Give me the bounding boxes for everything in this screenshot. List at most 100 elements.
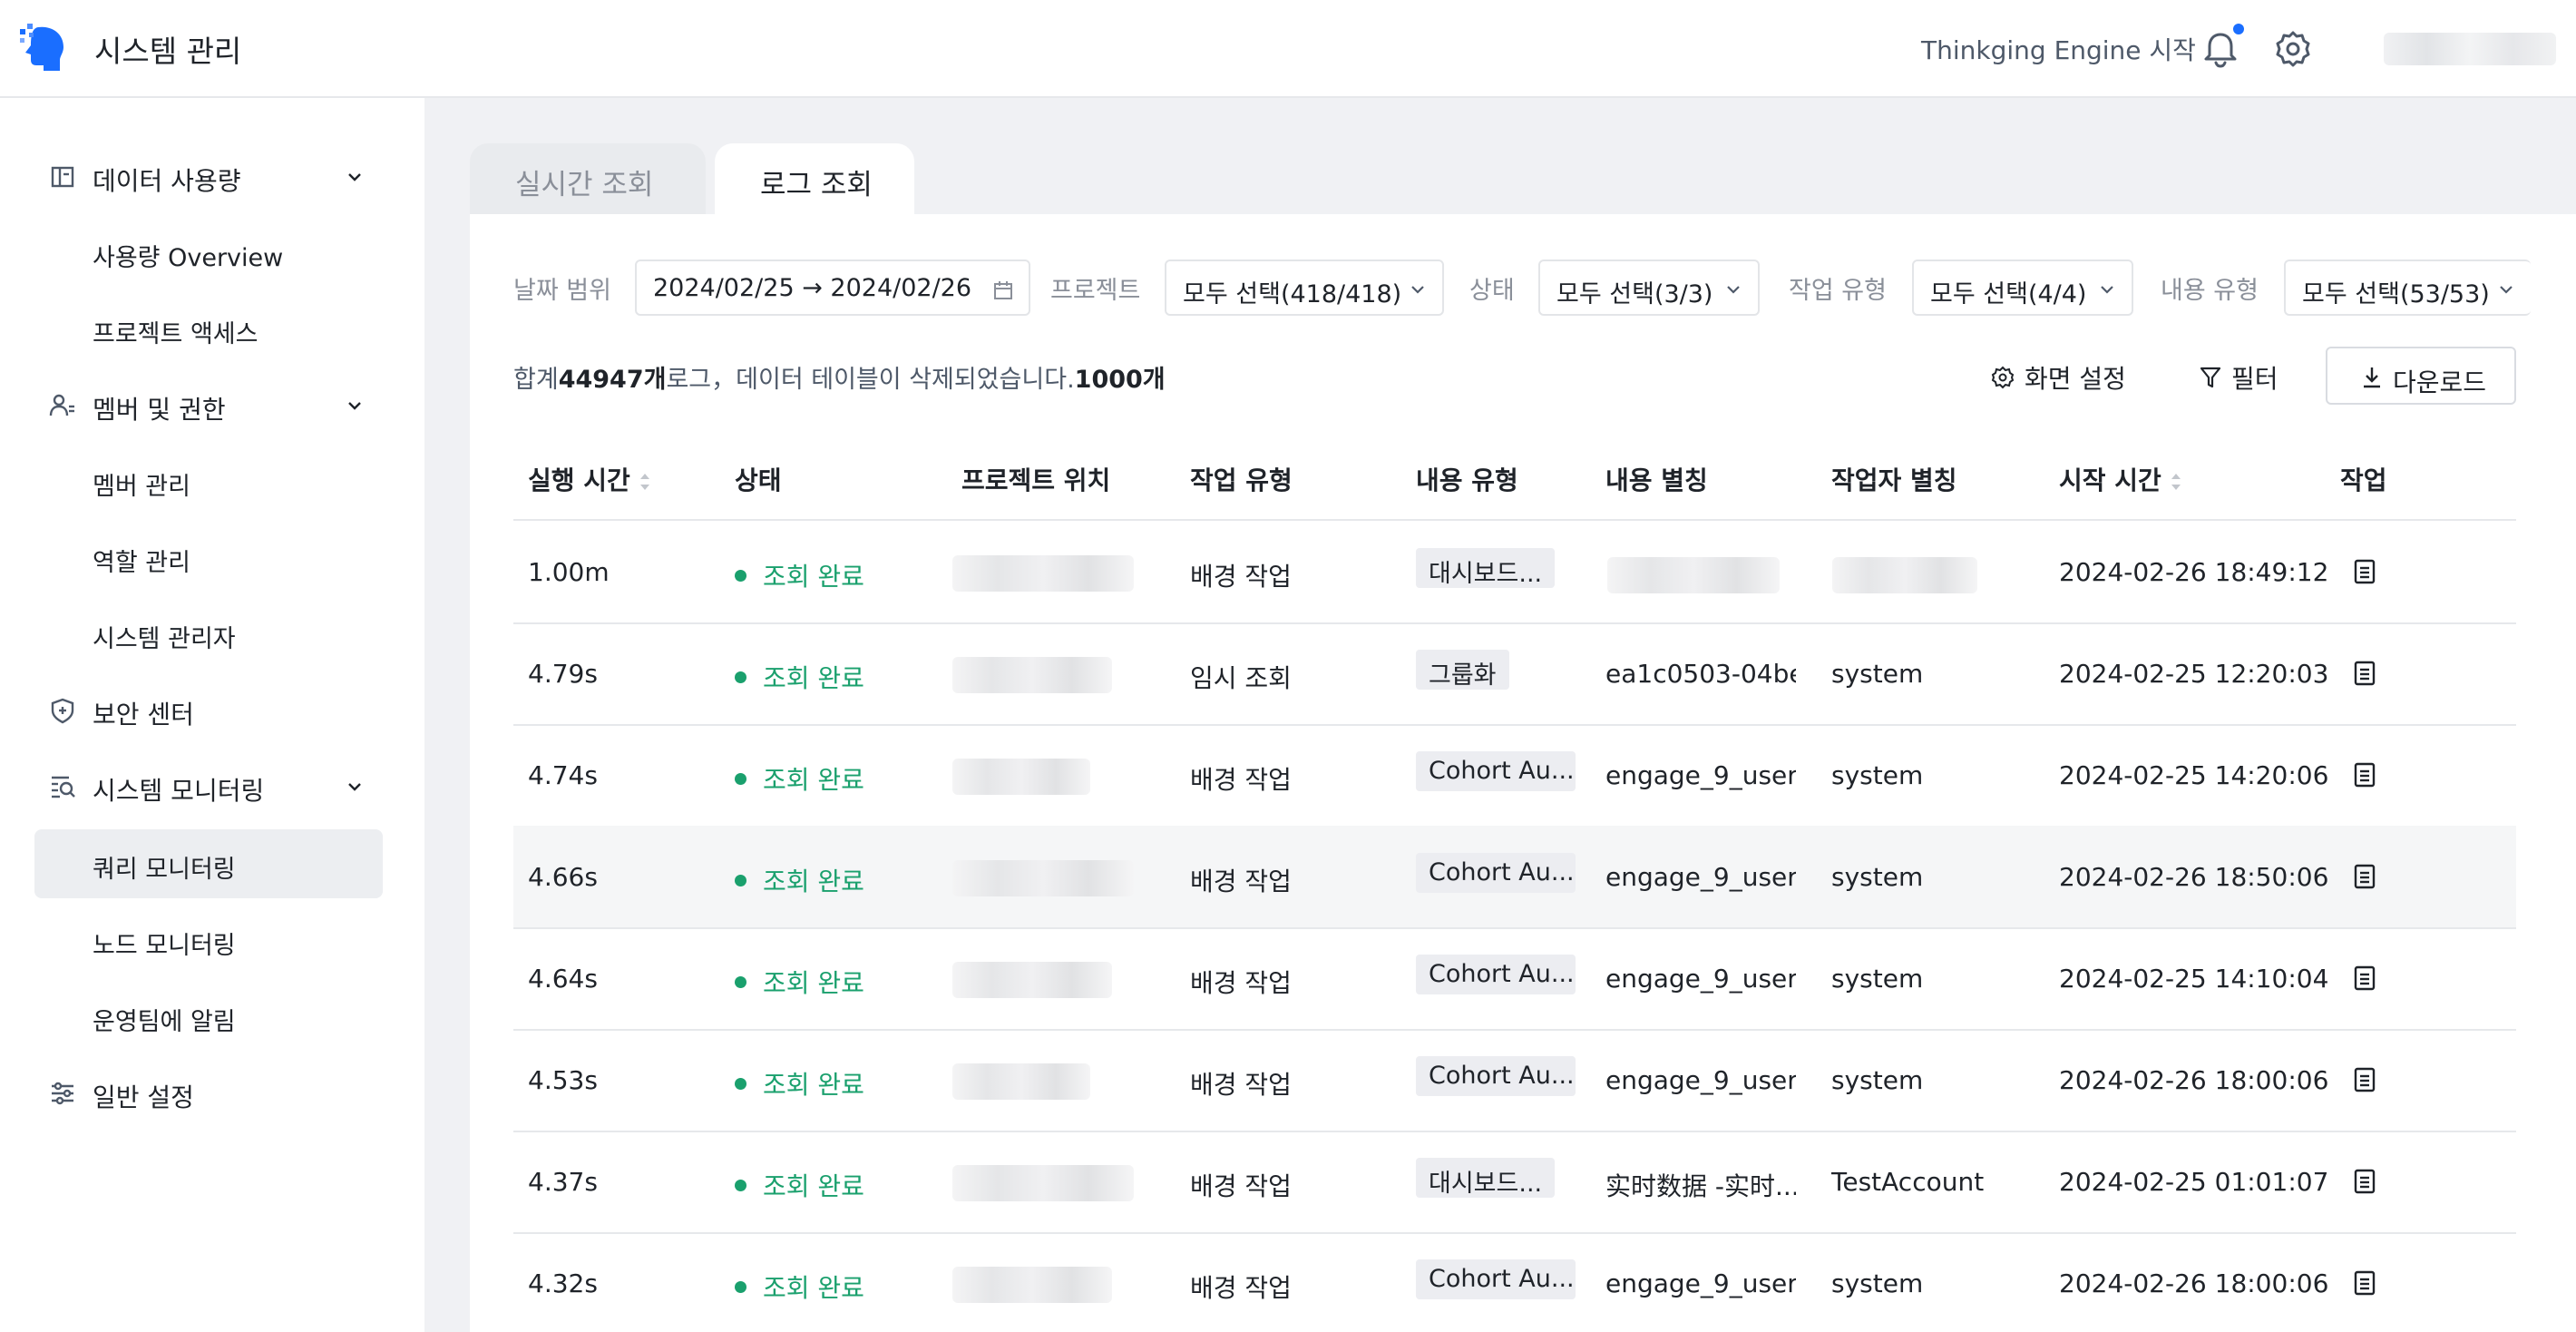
summary-total: 44947개 [558, 366, 667, 394]
table-row[interactable]: 4.66s 조회 완료 배경 작업 Cohort Au... engage_9_user… [513, 826, 2516, 927]
cell-operator: system [1831, 760, 1924, 790]
view-detail-icon[interactable] [2353, 761, 2376, 788]
job-type-select-value: 모두 선택(4/4) [1930, 280, 2087, 309]
content-type-tag: 대시보드... [1416, 1158, 1556, 1198]
logo-icon[interactable] [18, 22, 71, 74]
gear-icon[interactable] [2271, 27, 2315, 71]
view-detail-icon[interactable] [2353, 863, 2376, 890]
view-detail-icon[interactable] [2353, 558, 2376, 585]
cell-content-alias: engage_9_user... [1605, 1065, 1796, 1095]
sidebar-item-system-monitoring[interactable]: 시스템 모니터링 [34, 751, 383, 820]
cell-job-type: 배경 작업 [1190, 1070, 1292, 1100]
sidebar-item-node-monitoring[interactable]: 노드 모니터링 [34, 906, 383, 975]
column-header-label: 실행 시간 [528, 465, 630, 495]
tab-realtime-query[interactable]: 실시간 조회 [470, 143, 706, 216]
table-row[interactable]: 1.00m 조회 완료 배경 작업 대시보드... 2024-02-26 18:49:1… [513, 521, 2516, 622]
view-detail-icon[interactable] [2353, 1168, 2376, 1195]
cell-duration: 4.37s [528, 1167, 598, 1197]
column-header-status: 상태 [735, 465, 782, 495]
sidebar-item-security-center[interactable]: 보안 센터 [34, 675, 383, 744]
table-row[interactable]: 4.64s 조회 완료 배경 작업 Cohort Au... engage_9_user… [513, 927, 2516, 1029]
view-detail-icon[interactable] [2353, 1066, 2376, 1093]
status-select[interactable]: 모두 선택(3/3) [1538, 260, 1760, 316]
sidebar-item-system-admin[interactable]: 시스템 관리자 [34, 599, 383, 668]
tab-label: 로그 조회 [760, 169, 873, 201]
sidebar-item-label: 일반 설정 [93, 1082, 194, 1112]
sidebar-item-label: 노드 모니터링 [93, 932, 236, 960]
view-detail-icon[interactable] [2353, 660, 2376, 687]
content-type-tag: Cohort Au... [1416, 1056, 1576, 1096]
project-location-redacted [952, 555, 1134, 592]
sidebar-item-general-settings[interactable]: 일반 설정 [34, 1058, 383, 1127]
user-avatar[interactable] [2384, 33, 2556, 65]
project-location-redacted [952, 657, 1112, 693]
download-button[interactable]: 다운로드 [2326, 347, 2516, 405]
chart-icon [51, 166, 74, 188]
filter-icon [2200, 367, 2221, 388]
sidebar-item-label: 멤버 및 권한 [93, 395, 226, 425]
column-header-content-alias: 내용 별칭 [1605, 465, 1708, 495]
chevron-down-icon[interactable] [345, 777, 365, 797]
sidebar-item-data-usage[interactable]: 데이터 사용량 [34, 142, 383, 211]
sidebar-item-query-monitoring[interactable]: 쿼리 모니터링 [34, 829, 383, 898]
content-type-tag: 대시보드... [1416, 548, 1556, 588]
sort-icon[interactable] [638, 469, 652, 495]
sort-icon[interactable] [2169, 469, 2183, 495]
column-header-actions: 작업 [2340, 465, 2387, 495]
view-detail-icon[interactable] [2353, 1269, 2376, 1297]
cell-job-type: 배경 작업 [1190, 968, 1292, 998]
cell-duration: 4.79s [528, 659, 598, 689]
sliders-icon [52, 1082, 73, 1105]
filter-button[interactable]: 필터 [2199, 359, 2278, 396]
chevron-down-icon[interactable] [345, 396, 365, 416]
cell-duration: 4.53s [528, 1065, 598, 1095]
sidebar-item-role-management[interactable]: 역할 관리 [34, 523, 383, 592]
sidebar-item-project-access[interactable]: 프로젝트 액세스 [34, 294, 383, 363]
summary-deleted: 1000개 [1074, 366, 1166, 394]
column-header-duration[interactable]: 실행 시간 [528, 461, 652, 497]
notification-dot [2233, 24, 2244, 34]
table-row[interactable]: 4.37s 조회 완료 배경 작업 대시보드... 实时数据 -实时... TestAcc… [513, 1131, 2516, 1232]
project-location-redacted [952, 1165, 1134, 1201]
table-row[interactable]: 4.32s 조회 완료 배경 작업 Cohort Au... engage_9_user… [513, 1232, 2516, 1332]
sidebar-item-label: 보안 센터 [93, 700, 194, 730]
display-settings-button[interactable]: 화면 설정 [1990, 359, 2126, 396]
project-select[interactable]: 모두 선택(418/418) [1165, 260, 1444, 316]
tab-log-query[interactable]: 로그 조회 [715, 143, 914, 216]
cell-operator: TestAccount [1831, 1167, 1985, 1197]
log-summary: 합계44947개로그，데이터 테이블이 삭제되었습니다.1000개 [513, 359, 1166, 395]
cell-operator: system [1831, 659, 1924, 689]
table-row[interactable]: 4.79s 조회 완료 임시 조회 그룹화 ea1c0503-04be... system… [513, 622, 2516, 724]
date-range-picker[interactable]: 2024/02/25 → 2024/02/26 [635, 260, 1030, 316]
sidebar-item-members-permissions[interactable]: 멤버 및 권한 [34, 370, 383, 439]
column-header-operator: 작업자 별칭 [1831, 465, 1957, 495]
column-header-label: 시작 시간 [2059, 465, 2161, 495]
cell-start-time: 2024-02-25 14:20:06 [2059, 760, 2329, 790]
content-type-tag: Cohort Au... [1416, 955, 1576, 994]
sidebar-item-label: 멤버 관리 [93, 473, 190, 501]
table-row[interactable]: 4.53s 조회 완료 배경 작업 Cohort Au... engage_9_user… [513, 1029, 2516, 1131]
column-header-start-time[interactable]: 시작 시간 [2059, 461, 2183, 497]
download-label: 다운로드 [2393, 367, 2487, 397]
monitor-icon [52, 776, 75, 798]
table-row[interactable]: 4.74s 조회 완료 배경 작업 Cohort Au... engage_9_user… [513, 724, 2516, 826]
chevron-down-icon[interactable] [345, 167, 365, 187]
cell-content-alias: engage_9_user... [1605, 862, 1796, 892]
content-type-select[interactable]: 모두 선택(53/53) [2284, 260, 2531, 316]
project-select-value: 모두 선택(418/418) [1183, 280, 1402, 309]
view-detail-icon[interactable] [2353, 965, 2376, 992]
job-type-select[interactable]: 모두 선택(4/4) [1912, 260, 2133, 316]
engine-start-link[interactable]: Thinkging Engine 시작 [1921, 31, 2196, 67]
cell-content-alias: ea1c0503-04be... [1605, 659, 1796, 689]
cell-job-type: 배경 작업 [1190, 1171, 1292, 1201]
project-label: 프로젝트 [1050, 277, 1141, 305]
cell-job-type: 배경 작업 [1190, 1273, 1292, 1303]
cell-operator: system [1831, 964, 1924, 994]
job-type-label: 작업 유형 [1789, 277, 1887, 305]
sidebar-item-member-management[interactable]: 멤버 관리 [34, 446, 383, 515]
sidebar-item-usage-overview[interactable]: 사용량 Overview [34, 218, 383, 287]
sidebar-item-notify-ops[interactable]: 운영팀에 알림 [34, 982, 383, 1051]
sidebar-item-label: 프로젝트 액세스 [93, 320, 259, 348]
status-label: 상태 [1469, 277, 1515, 305]
project-location-redacted [952, 1063, 1090, 1100]
